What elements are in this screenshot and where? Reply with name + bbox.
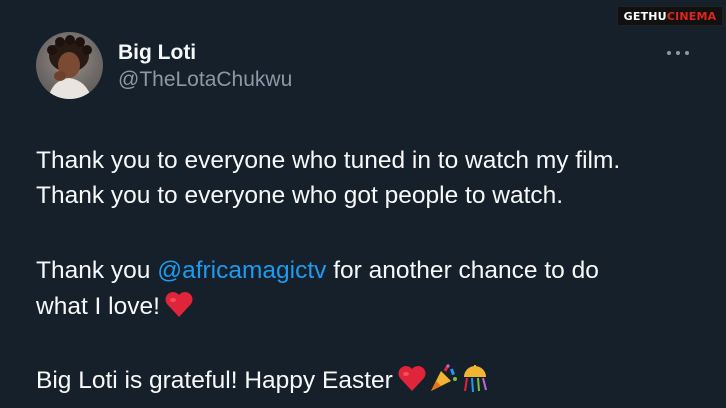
more-icon <box>667 51 671 55</box>
tweet-line-3-start: Thank you <box>36 257 158 284</box>
heart-emoji-2 <box>397 364 427 403</box>
tweet-line-4-text: what I love! <box>36 293 160 320</box>
tweet-line-5: Big Loti is grateful! Happy Easter <box>36 362 491 404</box>
tweet-line-4: what I love! <box>36 288 194 329</box>
tweet-line-5-text: Big Loti is grateful! Happy Easter <box>36 367 393 394</box>
tweet-line-1: Thank you to everyone who tuned in to wa… <box>36 147 621 174</box>
heart-emoji <box>164 290 194 329</box>
tweet-line-3-end: for another chance to do <box>326 257 599 284</box>
watermark-part2: CINEMA <box>666 9 717 23</box>
confetti-ball-emoji <box>459 363 491 404</box>
channel-watermark: GETHU CINEMA <box>617 6 723 26</box>
avatar[interactable] <box>36 32 103 99</box>
tweet-line-3: Thank you @africamagictv for another cha… <box>36 252 599 289</box>
user-handle[interactable]: @TheLotaChukwu <box>118 68 292 92</box>
party-popper-emoji <box>427 363 459 404</box>
display-name[interactable]: Big Loti <box>118 41 196 65</box>
more-icon-dot <box>685 51 689 55</box>
tweet-line-2: Thank you to everyone who got people to … <box>36 182 564 209</box>
more-options-button[interactable] <box>667 42 689 64</box>
more-icon-dot <box>676 51 680 55</box>
mention-link[interactable]: @africamagictv <box>157 257 326 284</box>
watermark-part1: GETHU <box>623 9 667 23</box>
